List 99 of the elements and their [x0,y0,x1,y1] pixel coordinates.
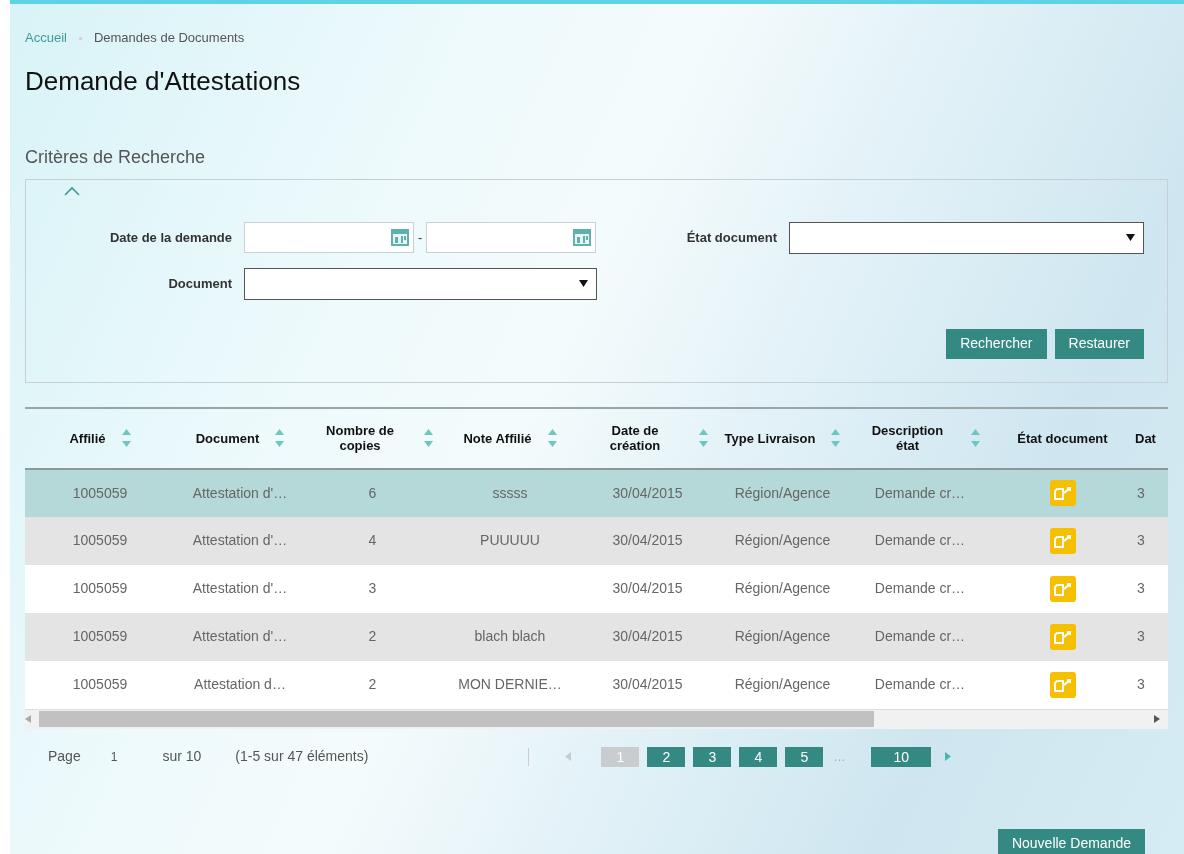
table-cell: Demande cr… [874,676,966,693]
page-button[interactable]: 4 [739,746,778,767]
table-cell: 30/04/2015 [612,580,683,597]
column-header: Dat [1135,430,1156,446]
page-label: Page [48,747,81,767]
field-label: Date de la demande [108,228,233,247]
table-cell: MON DERNIE… [458,676,562,693]
table-cell: 1005059 [72,532,128,549]
page-button[interactable]: 2 [647,746,686,767]
table-cell: 1005059 [72,676,128,693]
page-button[interactable]: 3 [693,746,732,767]
table-cell: 3 [368,580,377,597]
action-button[interactable]: Restaurer [1054,328,1144,359]
table-cell: 30/04/2015 [612,628,683,645]
table-cell: 1005059 [72,484,128,501]
caret-icon [579,280,588,288]
scroll-right-icon[interactable] [1154,715,1160,724]
table-row[interactable]: 1005059 Attestation d… 2 MON DERNIE… 30/04/2015 Région/Agence Demande cr… 3 [25,660,1168,709]
range-separator: - [418,228,423,247]
dropdown-field[interactable] [789,221,1144,254]
page-count: sur 10 [162,747,202,767]
breadcrumb-current: Demandes de Documents [93,30,245,45]
table-row[interactable]: 1005059 Attestation d'… 3 30/04/2015 Région/Agence Demande cr… 3 [25,564,1168,613]
table-cell: Attestation d'… [192,532,288,549]
caret-icon [1126,234,1135,242]
edit-document-icon[interactable] [1049,527,1076,554]
edit-document-icon[interactable] [1049,575,1076,602]
table-cell: Attestation d… [194,676,286,693]
table-cell: 3 [1137,628,1145,645]
table-cell: Région/Agence [734,532,831,549]
column-header: Type Livraison [724,430,816,446]
current-page-number: 1 [110,748,118,766]
sort-icon[interactable] [971,429,980,448]
column-header: Affilié [69,430,106,446]
sort-icon[interactable] [547,429,557,448]
table-row[interactable]: 1005059 Attestation d'… 6 sssss 30/04/2015 Région/Agence Demande cr… 3 [25,468,1168,517]
column-header: Note Affilié [463,430,532,446]
calendar-icon[interactable] [391,229,409,247]
sort-icon[interactable] [275,429,285,448]
table-cell: Demande cr… [874,628,966,645]
sort-icon[interactable] [121,429,131,448]
table-cell: Région/Agence [734,484,831,501]
page-button[interactable]: 5 [785,746,824,767]
table-cell: Demande cr… [874,580,966,597]
table-cell: Demande cr… [874,484,966,501]
next-page-icon[interactable] [945,752,952,762]
action-button[interactable]: Rechercher [946,328,1047,359]
field-label: Document [167,274,233,293]
edit-document-icon[interactable] [1049,623,1076,650]
table-cell: 3 [1137,676,1145,693]
date-field[interactable] [244,222,414,254]
table-cell: 2 [368,628,377,645]
table-cell: 3 [1137,484,1145,501]
page-title: Demande d'Attestations [25,65,302,97]
table-cell: Attestation d'… [192,580,288,597]
table-cell: Attestation d'… [192,628,288,645]
column-header: Description état [870,423,945,454]
sort-icon[interactable] [423,429,433,448]
table-cell: Région/Agence [734,676,831,693]
table-cell: Région/Agence [734,628,831,645]
page-button[interactable]: 10 [871,746,932,767]
calendar-icon[interactable] [573,229,592,247]
scrollbar-thumb[interactable] [39,711,874,728]
table-cell: Attestation d'… [192,484,288,501]
sort-icon[interactable] [831,429,841,448]
table-cell: sssss [492,484,528,501]
table-cell: 2 [368,676,377,693]
edit-document-icon[interactable] [1049,671,1076,698]
sort-icon[interactable] [698,429,708,448]
table-row[interactable]: 1005059 Attestation d'… 4 PUUUUU 30/04/2015 Région/Agence Demande cr… 3 [25,516,1168,565]
pagination-ellipsis: … [833,748,846,766]
table-cell: blach blach [474,628,546,645]
table-cell: PUUUUU [480,532,540,549]
dropdown-field[interactable] [244,267,597,300]
section-heading: Critères de Recherche [25,145,207,169]
table-cell: 1005059 [72,580,128,597]
column-header: Nombre de copies [325,423,395,454]
column-header: Document [195,430,260,446]
new-request-button[interactable]: Nouvelle Demande [997,828,1145,854]
column-header: Date de création [608,423,662,454]
table-cell: 3 [1137,532,1145,549]
breadcrumb-link[interactable]: Accueil [25,30,67,45]
table-cell: 6 [368,484,377,501]
column-header: État document [1017,430,1108,446]
table-cell: 3 [1137,580,1145,597]
table-cell: 1005059 [72,628,128,645]
table-cell: Région/Agence [734,580,831,597]
scroll-left-icon[interactable] [25,715,31,724]
date-field[interactable] [426,222,597,254]
table-cell: 30/04/2015 [612,532,683,549]
table-cell: 4 [368,532,377,549]
table-cell: 30/04/2015 [612,484,683,501]
table-cell: Demande cr… [874,532,966,549]
collapse-toggle-icon[interactable] [64,185,80,196]
items-summary: (1-5 sur 47 éléments) [235,747,369,767]
table-cell: 30/04/2015 [612,676,683,693]
horizontal-scrollbar[interactable] [25,708,1168,729]
field-label: État document [685,228,778,247]
edit-document-icon[interactable] [1049,480,1076,507]
